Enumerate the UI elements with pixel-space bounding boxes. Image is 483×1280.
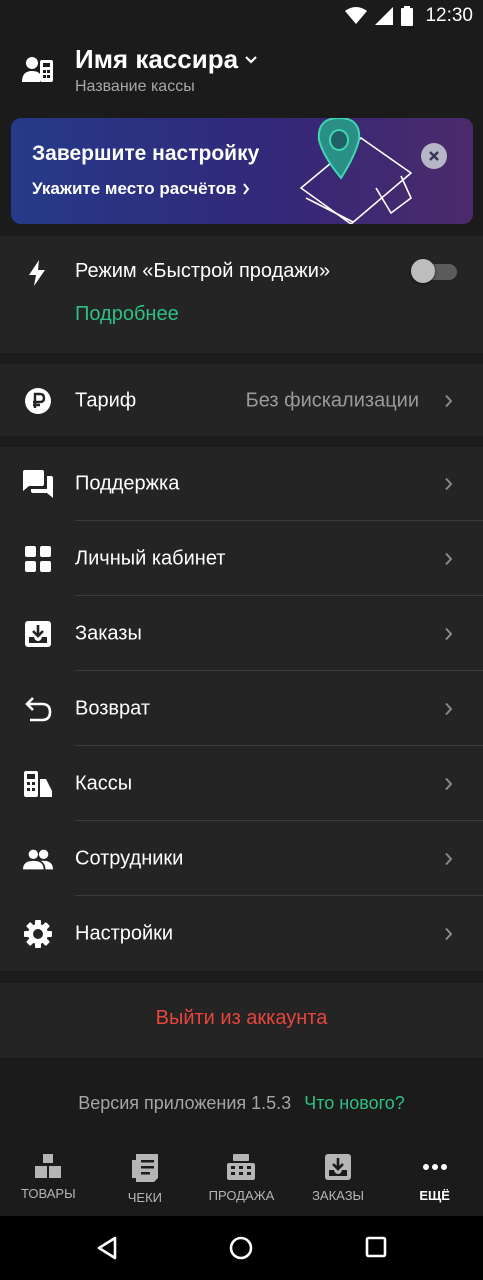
app-version: Версия приложения 1.5.3 Что нового? <box>0 1093 483 1114</box>
banner-close-button[interactable] <box>421 143 447 169</box>
boxes-icon <box>35 1154 62 1178</box>
menu-item-registers[interactable]: Кассы <box>0 747 483 821</box>
nav-orders[interactable]: ЗАКАЗЫ <box>290 1140 387 1216</box>
chevron-right-icon <box>445 852 453 866</box>
logout-card: Выйти из аккаунта <box>0 983 483 1058</box>
close-icon <box>429 151 439 161</box>
version-text: Версия приложения 1.5.3 <box>78 1093 292 1113</box>
orders-inbox-icon <box>23 619 53 649</box>
staff-label: Сотрудники <box>75 847 184 870</box>
nav-receipts-label: ЧЕКИ <box>127 1190 163 1205</box>
status-time: 12:30 <box>425 5 473 26</box>
register-name: Название кассы <box>75 78 195 95</box>
home-icon[interactable] <box>229 1236 253 1260</box>
menu-item-orders[interactable]: Заказы <box>0 597 483 671</box>
nav-sale[interactable]: ПРОДАЖА <box>193 1140 290 1216</box>
chevron-right-icon <box>445 927 453 941</box>
setup-banner[interactable]: Завершите настройку Укажите место расчёт… <box>11 118 473 224</box>
recents-icon[interactable] <box>365 1236 387 1258</box>
location-terminal-illustration <box>299 118 413 224</box>
dashboard-icon <box>23 544 53 574</box>
wifi-icon <box>345 7 368 24</box>
quick-sale-more-link[interactable]: Подробнее <box>75 303 179 326</box>
menu-item-staff[interactable]: Сотрудники <box>0 822 483 896</box>
cash-register-icon <box>23 769 53 799</box>
tariff-card: Тариф Без фискализации <box>0 364 483 436</box>
status-bar: 12:30 <box>0 0 483 32</box>
chevron-right-icon <box>445 777 453 791</box>
undo-icon <box>23 694 53 724</box>
whats-new-link[interactable]: Что нового? <box>304 1093 405 1113</box>
refund-label: Возврат <box>75 697 150 720</box>
toggle-thumb <box>411 259 435 283</box>
lightning-icon <box>29 260 45 286</box>
account-label: Личный кабинет <box>75 547 226 570</box>
gear-icon <box>23 919 53 949</box>
menu-card: Поддержка Личный кабинет Заказы Возврат … <box>0 447 483 971</box>
divider <box>75 520 483 521</box>
nav-sale-label: ПРОДАЖА <box>208 1188 275 1203</box>
people-icon <box>23 844 53 874</box>
logout-button[interactable]: Выйти из аккаунта <box>0 1007 483 1030</box>
nav-goods[interactable]: ТОВАРЫ <box>0 1140 97 1216</box>
system-navigation-bar <box>0 1216 483 1280</box>
chevron-right-icon <box>445 702 453 716</box>
divider <box>75 745 483 746</box>
bottom-navigation: ТОВАРЫ ЧЕКИ ПРОДАЖА ЗАКАЗЫ ЕЩЁ <box>0 1140 483 1216</box>
header: Имя кассира Название кассы <box>0 36 483 108</box>
chevron-right-icon <box>243 183 250 195</box>
orders-inbox-icon <box>325 1154 352 1180</box>
menu-item-settings[interactable]: Настройки <box>0 897 483 971</box>
quick-sale-card: Режим «Быстрой продажи» Подробнее <box>0 236 483 353</box>
nav-receipts[interactable]: ЧЕКИ <box>97 1140 194 1216</box>
nav-orders-label: ЗАКАЗЫ <box>312 1188 365 1203</box>
settings-label: Настройки <box>75 922 174 945</box>
menu-item-account[interactable]: Личный кабинет <box>0 522 483 596</box>
tariff-label: Тариф <box>75 389 137 412</box>
chat-icon <box>23 469 53 499</box>
chevron-right-icon <box>445 477 453 491</box>
orders-label: Заказы <box>75 622 142 645</box>
nav-more-label: ЕЩЁ <box>419 1188 450 1203</box>
cashier-selector[interactable]: Имя кассира <box>75 44 258 75</box>
quick-sale-toggle[interactable] <box>411 259 457 283</box>
support-label: Поддержка <box>75 472 180 495</box>
cell-signal-icon <box>375 7 394 25</box>
tariff-value: Без фискализации <box>245 389 419 412</box>
tariff-row[interactable]: Тариф Без фискализации <box>0 364 483 438</box>
divider <box>75 670 483 671</box>
back-icon[interactable] <box>96 1236 118 1260</box>
divider <box>75 595 483 596</box>
quick-sale-label: Режим «Быстрой продажи» <box>75 260 331 282</box>
battery-icon <box>401 6 414 26</box>
more-dots-icon <box>422 1164 447 1170</box>
cashier-register-icon <box>22 57 53 82</box>
nav-goods-label: ТОВАРЫ <box>21 1186 76 1201</box>
divider <box>75 895 483 896</box>
cash-register-icon <box>227 1154 256 1180</box>
banner-title: Завершите настройку <box>32 142 260 165</box>
divider <box>75 820 483 821</box>
chevron-right-icon <box>445 394 453 408</box>
receipt-icon <box>131 1154 158 1182</box>
banner-link[interactable]: Укажите место расчётов <box>32 179 250 199</box>
chevron-right-icon <box>445 552 453 566</box>
registers-label: Кассы <box>75 772 133 795</box>
nav-more[interactable]: ЕЩЁ <box>386 1140 483 1216</box>
cashier-name: Имя кассира <box>75 44 239 74</box>
chevron-down-icon <box>245 55 257 64</box>
chevron-right-icon <box>445 627 453 641</box>
banner-link-label: Укажите место расчётов <box>32 179 237 198</box>
menu-item-support[interactable]: Поддержка <box>0 447 483 521</box>
ruble-icon <box>23 386 53 416</box>
menu-item-refund[interactable]: Возврат <box>0 672 483 746</box>
